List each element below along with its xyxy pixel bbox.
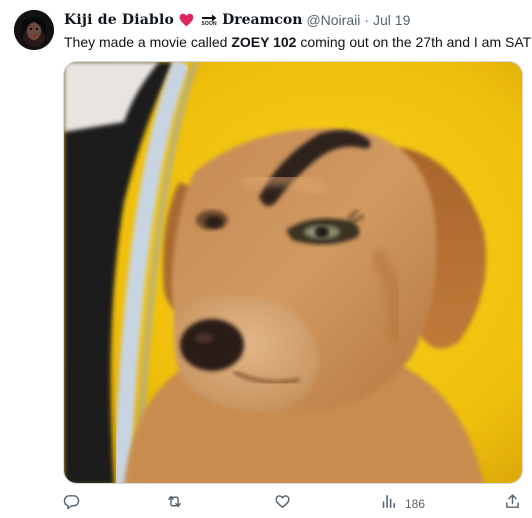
share-button[interactable] — [504, 494, 521, 514]
avatar[interactable] — [14, 10, 54, 50]
author-display-name-suffix[interactable]: Dreamcon — [222, 12, 302, 28]
retweet-icon — [166, 493, 183, 515]
tweet-text-bold: ZOEY 102 — [231, 34, 297, 50]
separator-dot: · — [364, 12, 370, 28]
dog-photo — [64, 62, 522, 483]
reply-icon — [63, 493, 80, 515]
reply-button[interactable] — [63, 494, 80, 514]
author-display-name[interactable]: Kiji de Diablo — [64, 12, 174, 28]
tweet-text-before: They made a movie called — [64, 34, 232, 50]
heart-icon — [274, 493, 291, 515]
tweet-text: They made a movie called ZOEY 102 coming… — [64, 33, 531, 51]
views-count: 186 — [405, 497, 426, 511]
tweet-text-after: coming out on the 27th and I am SAT — [296, 34, 532, 50]
tweet-header: Kiji de Diablo SOON Dreamcon @Noiraii · … — [64, 9, 522, 31]
tweet-date[interactable]: Jul 19 — [373, 12, 410, 28]
author-handle[interactable]: @Noiraii — [306, 12, 360, 28]
tweet-actions: 186 — [0, 490, 532, 518]
red-heart-icon — [179, 13, 194, 27]
soon-arrow-icon: SOON — [201, 14, 217, 27]
share-icon — [504, 493, 521, 515]
views-button[interactable]: 186 — [380, 494, 425, 514]
retweet-button[interactable] — [166, 494, 183, 514]
views-icon — [380, 493, 397, 515]
tweet-media-image[interactable] — [63, 61, 523, 484]
soon-label: SOON — [201, 20, 217, 27]
tweet[interactable]: Kiji de Diablo SOON Dreamcon @Noiraii · … — [0, 0, 532, 518]
like-button[interactable] — [274, 494, 291, 514]
